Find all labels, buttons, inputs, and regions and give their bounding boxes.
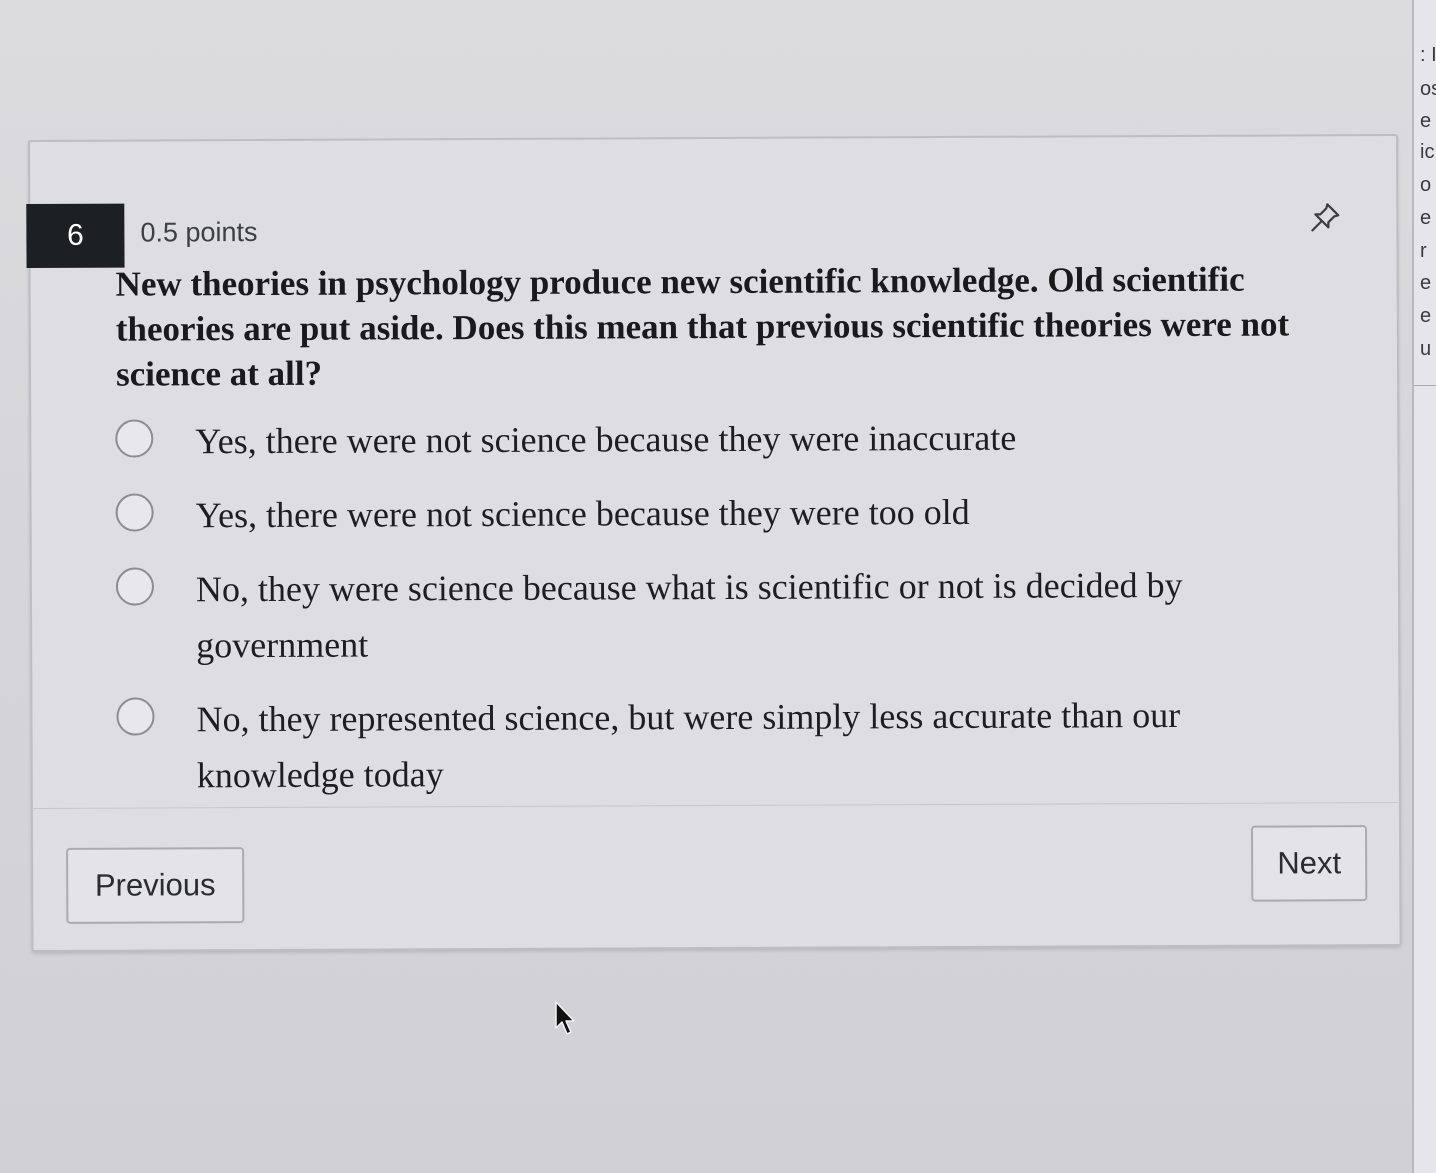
side-panel-fragment: e [1420, 207, 1432, 229]
question-number-badge: 6 [26, 203, 125, 269]
side-panel-fragment: u [1420, 338, 1432, 360]
radio-button[interactable] [115, 493, 154, 532]
radio-button[interactable] [115, 567, 155, 606]
side-panel-fragment: e [1420, 272, 1432, 294]
question-points: 0.5 points [140, 216, 258, 248]
previous-button[interactable]: Previous [66, 847, 245, 924]
side-panel-fragment: os [1420, 78, 1436, 100]
answer-option-label[interactable]: No, they were science because what is sc… [196, 557, 1276, 674]
pin-icon[interactable] [1308, 200, 1342, 234]
answer-options: Yes, there were not science because they… [115, 408, 1347, 821]
question-card: 6 0.5 points New theories in psychology … [26, 134, 1402, 952]
side-panel-fragment: : I [1420, 44, 1436, 66]
radio-button[interactable] [116, 697, 155, 736]
side-panel-fragment: o [1420, 174, 1432, 196]
side-panel-divider [1414, 385, 1436, 386]
question-text: New theories in psychology produce new s… [115, 259, 1290, 394]
radio-button[interactable] [115, 419, 154, 458]
side-panel-fragment: e [1420, 305, 1432, 327]
answer-option-label[interactable]: Yes, there were not science because they… [195, 410, 1016, 470]
answer-option[interactable]: Yes, there were not science because they… [115, 482, 1346, 543]
answer-option[interactable]: No, they were science because what is sc… [115, 556, 1346, 674]
side-panel-fragment: e [1420, 110, 1432, 132]
mouse-pointer-icon [555, 1001, 575, 1035]
answer-option[interactable]: Yes, there were not science because they… [115, 408, 1345, 469]
next-button[interactable]: Next [1251, 825, 1368, 902]
side-panel-fragment: r [1420, 240, 1427, 262]
answer-option-label[interactable]: Yes, there were not science because they… [196, 484, 970, 543]
side-panel-edge: : I os e ic o e r e e u [1412, 0, 1436, 1173]
answer-option-label[interactable]: No, they represented science, but were s… [196, 687, 1276, 804]
side-panel-fragment: ic [1420, 141, 1435, 163]
answer-option[interactable]: No, they represented science, but were s… [116, 686, 1346, 803]
